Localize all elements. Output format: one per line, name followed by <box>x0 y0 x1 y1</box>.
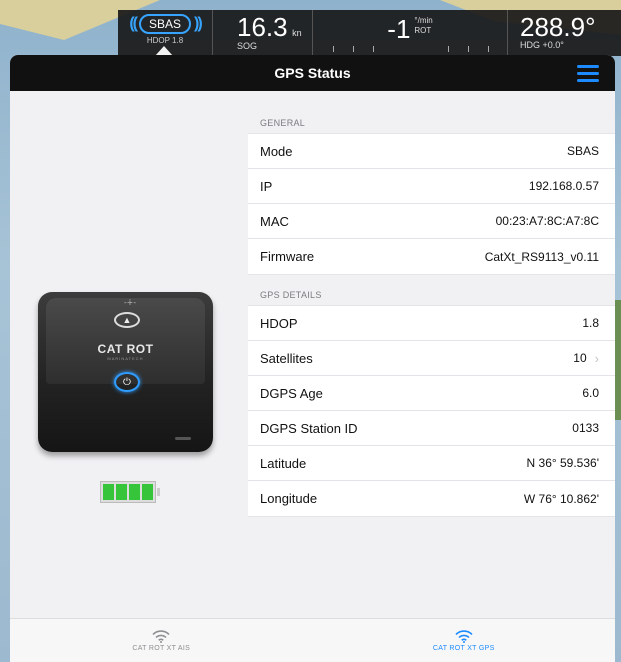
row-value: CatXt_RS9113_v0.11 <box>484 249 599 264</box>
device-illustration: -∔- ▲ CAT ROT MARINATECH ⏻ <box>38 292 213 457</box>
power-icon: ⏻ <box>114 372 140 392</box>
sog-label: SOG <box>237 41 258 51</box>
row-label: IP <box>260 178 273 194</box>
device-port <box>175 437 191 440</box>
row-firmware: Firmware CatXt_RS9113_v0.11 <box>248 239 615 274</box>
row-value: 00:23:A7:8C:A7:8C <box>495 214 599 228</box>
wifi-icon <box>152 629 170 643</box>
row-label: Firmware <box>260 249 315 264</box>
tab-bar: CAT ROT XT AIS CAT ROT XT GPS <box>10 618 615 662</box>
battery-tip <box>157 488 160 496</box>
gps-details-table: HDOP 1.8 Satellites 10 › DGPS Age 6.0 DG… <box>248 305 615 517</box>
tab-label: CAT ROT XT AIS <box>132 644 191 652</box>
wifi-icon <box>455 629 473 643</box>
rot-scale-tick <box>353 46 354 52</box>
row-dgps-station-id: DGPS Station ID 0133 <box>248 411 615 446</box>
cat-rot-device: -∔- ▲ CAT ROT MARINATECH ⏻ <box>38 292 213 452</box>
sog-unit: kn <box>292 28 302 38</box>
row-ip: IP 192.168.0.57 <box>248 169 615 204</box>
tab-label: CAT ROT XT GPS <box>432 644 495 652</box>
section-header-gps-details: GPS DETAILS <box>260 290 322 300</box>
battery-cell <box>103 484 114 500</box>
device-brand: CAT ROT <box>97 342 154 356</box>
row-value: 1.8 <box>582 316 599 330</box>
rot-scale-tick <box>333 46 334 52</box>
navigation-arrow-icon: ▲ <box>114 312 140 328</box>
row-label: HDOP <box>260 315 298 331</box>
row-value: W 76° 10.862' <box>523 491 599 506</box>
row-mode: Mode SBAS <box>248 134 615 169</box>
device-brand-sub: MARINATECH <box>107 356 144 361</box>
gps-status-modal: GPS Status -∔- ▲ CAT ROT MARINATECH ⏻ GE… <box>10 55 615 662</box>
battery-cell <box>129 484 140 500</box>
modal-title: GPS Status <box>274 65 351 81</box>
rot-label: ROT <box>414 26 432 35</box>
tab-cat-rot-xt-ais[interactable]: CAT ROT XT AIS <box>10 619 313 662</box>
sog-value: 16.3 <box>237 12 288 42</box>
hdop-readout: HDOP 1.8 <box>146 36 184 45</box>
row-hdop: HDOP 1.8 <box>248 306 615 341</box>
rot-scale-tick <box>488 46 489 52</box>
modal-header: GPS Status <box>10 55 615 91</box>
row-label: Mode <box>260 143 293 159</box>
row-latitude: Latitude N 36° 59.536' <box>248 446 615 481</box>
row-label: DGPS Age <box>260 385 323 401</box>
row-value: 0133 <box>572 421 599 435</box>
rot-value: -1 <box>387 14 411 44</box>
row-mac: MAC 00:23:A7:8C:A7:8C <box>248 204 615 239</box>
rot-scale-tick <box>468 46 469 52</box>
row-value: 10 <box>573 351 587 365</box>
rot-unit: °/min <box>414 16 433 25</box>
instrument-bar: (( SBAS )) HDOP 1.8 16.3 kn SOG -1 °/min… <box>118 10 621 56</box>
chevron-right-icon: › <box>594 350 599 366</box>
row-label: Satellites <box>260 350 313 366</box>
hamburger-menu-icon[interactable] <box>577 65 599 82</box>
rot-scale-tick <box>373 46 374 52</box>
row-value: SBAS <box>566 144 599 158</box>
row-value: N 36° 59.536' <box>526 456 599 470</box>
signal-right-icon: )) <box>194 15 203 32</box>
signal-left-icon: (( <box>129 15 138 32</box>
row-label: Longitude <box>260 491 318 506</box>
row-satellites[interactable]: Satellites 10 › <box>248 341 615 376</box>
sbas-label: SBAS <box>138 14 191 34</box>
section-header-general: GENERAL <box>260 118 306 128</box>
row-value: 192.168.0.57 <box>528 179 599 193</box>
row-dgps-age: DGPS Age 6.0 <box>248 376 615 411</box>
gps-symbol-icon: -∔- <box>124 298 137 307</box>
sog-instrument[interactable]: 16.3 kn SOG <box>213 10 313 56</box>
row-longitude: Longitude W 76° 10.862' <box>248 481 615 516</box>
row-label: Latitude <box>260 455 307 471</box>
details-panel: GENERAL Mode SBAS IP 192.168.0.57 MAC 00… <box>248 91 615 517</box>
hdg-value: 288.9° <box>520 12 596 42</box>
hdg-instrument[interactable]: 288.9° HDG +0.0° <box>508 10 621 56</box>
row-value: 6.0 <box>582 386 599 400</box>
rot-scale-tick <box>448 46 449 52</box>
battery-cell <box>142 484 153 500</box>
battery-cell <box>116 484 127 500</box>
battery-indicator <box>100 481 160 503</box>
tab-cat-rot-xt-gps[interactable]: CAT ROT XT GPS <box>313 619 616 662</box>
rot-instrument[interactable]: -1 °/min ROT <box>313 10 508 56</box>
general-table: Mode SBAS IP 192.168.0.57 MAC 00:23:A7:8… <box>248 133 615 275</box>
row-label: DGPS Station ID <box>260 420 358 436</box>
row-label: MAC <box>260 213 289 229</box>
